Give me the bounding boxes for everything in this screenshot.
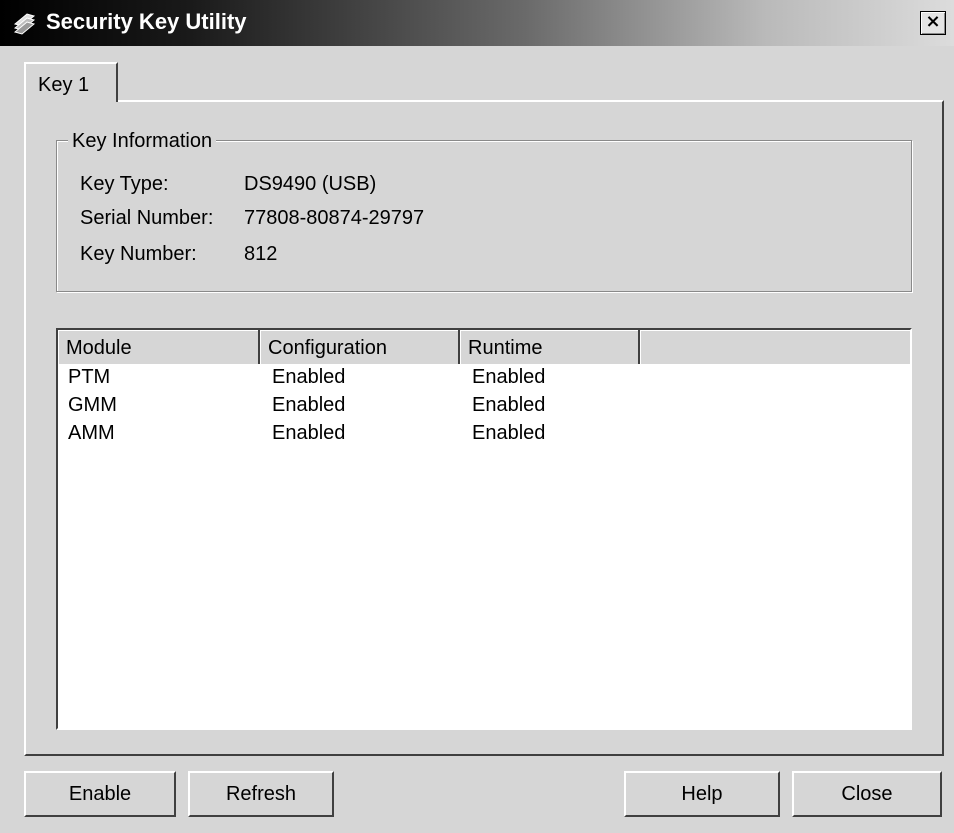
runtime-cell: Enabled [472, 422, 546, 444]
close-icon[interactable]: × [920, 11, 946, 35]
column-header-configuration[interactable]: Configuration [260, 330, 460, 364]
key-icon [13, 13, 36, 35]
table-row[interactable]: PTM Enabled Enabled [58, 366, 910, 394]
configuration-cell: Enabled [272, 394, 346, 416]
window-title: Security Key Utility [46, 9, 247, 34]
key-type-value: DS9490 (USB) [244, 173, 377, 195]
serial-number-value: 77808-80874-29797 [244, 207, 425, 229]
key-information-legend: Key Information [68, 130, 217, 153]
key-number-label: Key Number: [80, 243, 197, 265]
enable-button[interactable]: Enable [24, 771, 176, 817]
serial-number-label: Serial Number: [80, 207, 214, 229]
runtime-cell: Enabled [472, 394, 546, 416]
refresh-button[interactable]: Refresh [188, 771, 334, 817]
tab-key-1[interactable]: Key 1 [24, 62, 118, 102]
configuration-cell: Enabled [272, 366, 346, 388]
title-bar[interactable]: Security Key Utility × [0, 0, 954, 46]
list-header: Module Configuration Runtime [58, 330, 910, 364]
security-key-utility-window: Security Key Utility × Key 1 Key Informa… [0, 0, 954, 833]
close-button[interactable]: Close [792, 771, 942, 817]
configuration-cell: Enabled [272, 422, 346, 444]
help-button[interactable]: Help [624, 771, 780, 817]
modules-list[interactable]: Module Configuration Runtime PTM Enabled… [56, 328, 912, 730]
table-row[interactable]: GMM Enabled Enabled [58, 394, 910, 422]
module-cell: AMM [68, 422, 115, 444]
module-cell: PTM [68, 366, 111, 388]
column-header-runtime[interactable]: Runtime [460, 330, 640, 364]
module-cell: GMM [68, 394, 117, 416]
column-header-empty[interactable] [640, 330, 910, 364]
table-row[interactable]: AMM Enabled Enabled [58, 422, 910, 450]
column-header-module[interactable]: Module [58, 330, 260, 364]
runtime-cell: Enabled [472, 366, 546, 388]
key-number-value: 812 [244, 243, 278, 265]
key-type-label: Key Type: [80, 173, 169, 195]
